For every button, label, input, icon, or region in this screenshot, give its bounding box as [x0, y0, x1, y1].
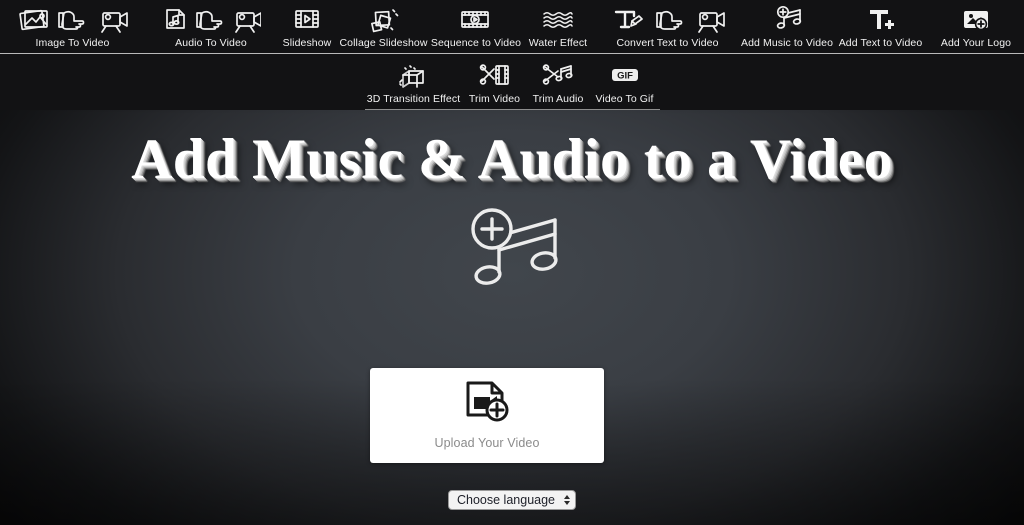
nav-item-underline — [741, 53, 833, 54]
nav-item-label: Audio To Video — [175, 37, 247, 49]
nav-item-underline — [277, 53, 337, 54]
nav-item-add-music-to-video[interactable]: Add Music to Video — [741, 0, 833, 54]
nav-item-underline — [526, 109, 590, 110]
image-to-video-icon — [17, 4, 129, 34]
nav-item-label: Trim Audio — [532, 93, 584, 105]
nav-item-label: Image To Video — [35, 37, 110, 49]
3d-transition-effect-icon — [397, 60, 431, 90]
nav-item-label: Sequence to Video — [430, 37, 522, 49]
water-effect-icon — [540, 4, 576, 34]
nav-item-3d-transition-effect[interactable]: 3D Transition Effect — [364, 54, 463, 110]
nav-item-label: 3D Transition Effect — [366, 93, 461, 105]
nav-item-convert-text-to-video[interactable]: Convert Text to Video — [594, 0, 741, 54]
language-select[interactable]: Choose language — [448, 490, 576, 510]
language-selector-area: Choose language — [0, 490, 1024, 510]
music-note-plus-icon — [0, 206, 1024, 292]
nav-item-label: Trim Video — [468, 93, 521, 105]
nav-item-label: Convert Text to Video — [616, 37, 719, 49]
add-text-to-video-icon — [865, 4, 897, 34]
nav-item-underline — [833, 53, 928, 54]
audio-to-video-icon — [161, 4, 261, 34]
hero-section: Add Music & Audio to a Video — [0, 128, 1024, 292]
nav-item-add-your-logo[interactable]: Add Your Logo — [928, 0, 1024, 54]
nav-item-label: Slideshow — [282, 37, 332, 49]
add-your-logo-icon — [960, 4, 992, 34]
upload-video-icon — [464, 381, 510, 428]
nav-item-image-to-video[interactable]: Image To Video — [0, 0, 145, 54]
nav-item-collage-slideshow[interactable]: Collage Slideshow — [337, 0, 430, 54]
nav-item-label: Water Effect — [528, 37, 588, 49]
nav-item-slideshow[interactable]: Slideshow — [277, 0, 337, 54]
tool-navigation-row-2: 3D Transition Effect Trim Video Trim Aud… — [0, 54, 1024, 110]
trim-audio-icon — [541, 60, 575, 90]
nav-item-underline — [145, 53, 277, 54]
nav-item-underline — [589, 109, 660, 110]
nav-item-underline — [364, 109, 463, 110]
nav-item-sequence-to-video[interactable]: Sequence to Video — [430, 0, 522, 54]
convert-text-to-video-icon — [610, 4, 726, 34]
slideshow-icon — [292, 4, 322, 34]
nav-item-underline — [928, 53, 1024, 54]
svg-text:GIF: GIF — [617, 71, 633, 82]
nav-item-video-to-gif[interactable]: GIF Video To Gif — [589, 54, 660, 110]
nav-item-audio-to-video[interactable]: Audio To Video — [145, 0, 277, 54]
nav-item-label: Video To Gif — [595, 93, 654, 105]
add-music-to-video-icon — [770, 4, 804, 34]
nav-item-label: Add Music to Video — [740, 37, 834, 49]
nav-item-add-text-to-video[interactable]: Add Text to Video — [833, 0, 928, 54]
nav-item-trim-audio[interactable]: Trim Audio — [526, 54, 590, 110]
nav-item-water-effect[interactable]: Water Effect — [522, 0, 594, 54]
nav-item-underline — [462, 109, 527, 110]
nav-item-label: Collage Slideshow — [339, 37, 428, 49]
tool-navigation-row-1: Image To Video Audio To Video Slideshow — [0, 0, 1024, 54]
nav-item-label: Add Text to Video — [838, 37, 923, 49]
nav-item-trim-video[interactable]: Trim Video — [462, 54, 527, 110]
collage-slideshow-icon — [367, 4, 401, 34]
upload-video-button[interactable]: Upload Your Video — [370, 368, 604, 463]
trim-video-icon — [478, 60, 512, 90]
page-title: Add Music & Audio to a Video — [131, 128, 893, 191]
nav-item-label: Add Your Logo — [940, 37, 1012, 49]
sequence-to-video-icon — [458, 4, 494, 34]
nav-item-underline — [0, 53, 145, 54]
video-to-gif-icon: GIF — [607, 60, 643, 90]
upload-video-label: Upload Your Video — [434, 436, 540, 450]
tool-navigation: Image To Video Audio To Video Slideshow — [0, 0, 1024, 110]
